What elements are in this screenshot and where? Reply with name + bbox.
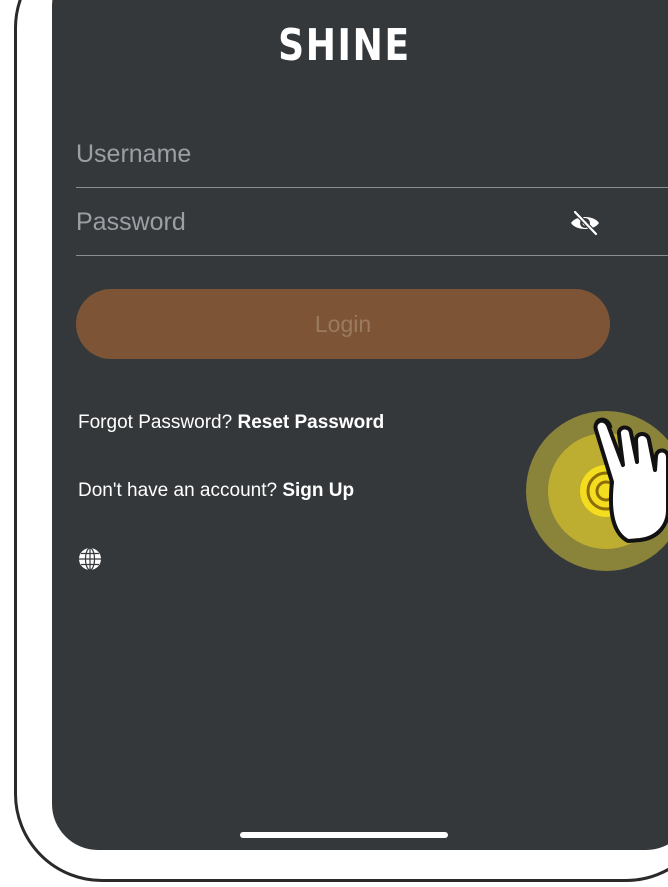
eye-off-icon[interactable] <box>568 208 602 238</box>
app-screen: SHINE Login Forgot Password? Reset Passw… <box>52 0 668 850</box>
globe-icon[interactable] <box>78 547 102 571</box>
login-button[interactable]: Login <box>76 289 610 359</box>
signup-prompt: Don't have an account? <box>78 480 278 501</box>
password-input[interactable] <box>76 202 546 242</box>
username-field <box>76 122 668 188</box>
page: SHINE Login Forgot Password? Reset Passw… <box>0 0 668 887</box>
username-input[interactable] <box>76 134 546 174</box>
home-indicator <box>240 832 448 838</box>
forgot-password-row: Forgot Password? Reset Password <box>78 412 384 434</box>
password-field <box>76 190 668 256</box>
signup-row: Don't have an account? Sign Up <box>78 480 354 502</box>
reset-password-link[interactable]: Reset Password <box>237 412 384 433</box>
forgot-password-prompt: Forgot Password? <box>78 412 233 433</box>
sign-up-link[interactable]: Sign Up <box>282 480 354 501</box>
app-logo: SHINE <box>278 20 411 71</box>
